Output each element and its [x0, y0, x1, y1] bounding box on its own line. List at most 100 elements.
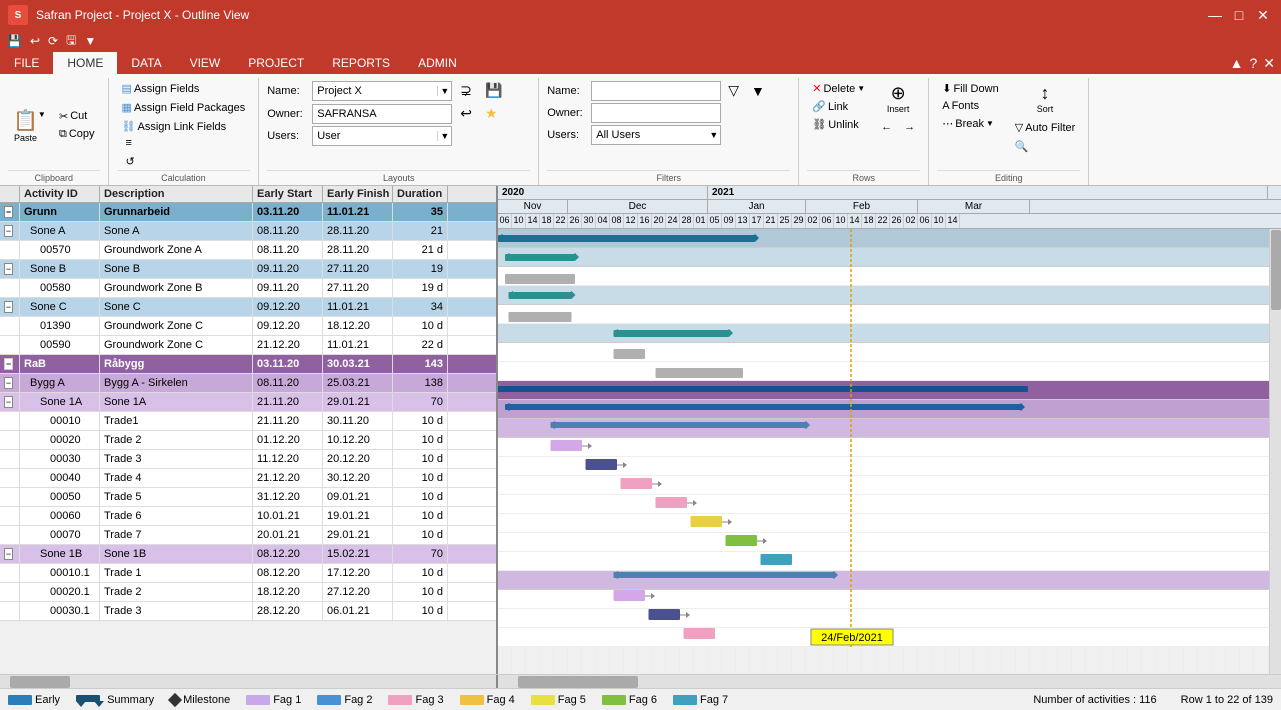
collapse-icon[interactable]: −	[4, 225, 13, 237]
minimize-button[interactable]: —	[1205, 5, 1225, 25]
collapse-icon[interactable]: −	[4, 548, 13, 560]
layout-users-dropdown[interactable]: ▼	[437, 131, 451, 141]
filter-list-button[interactable]: ≡	[121, 135, 251, 151]
delete-button[interactable]: ✕ Delete ▼	[807, 80, 870, 97]
tab-file[interactable]: FILE	[0, 52, 53, 74]
filter-funnel-2-button[interactable]: ▽	[723, 80, 744, 101]
collapse-icon[interactable]: −	[4, 206, 13, 218]
bar-00020	[586, 459, 618, 470]
help-button[interactable]: ?	[1249, 55, 1257, 71]
layout-undo-button[interactable]: ↩	[455, 103, 477, 124]
unlink-button[interactable]: ⛓ Unlink	[807, 116, 870, 133]
window-controls[interactable]: — □ ✕	[1205, 5, 1273, 25]
table-row[interactable]: − Sone A Sone A 08.11.20 28.11.20 21	[0, 222, 496, 241]
search-button[interactable]: 🔍	[1010, 138, 1081, 155]
undo-qa-button[interactable]: ↩	[27, 33, 43, 49]
indent-button[interactable]: ←	[876, 119, 897, 135]
collapse-icon[interactable]: −	[4, 377, 13, 389]
day-col: 12	[624, 214, 638, 228]
search-icon: 🔍	[1015, 140, 1029, 153]
tab-view[interactable]: VIEW	[176, 52, 235, 74]
scrollbar-thumb[interactable]	[1271, 230, 1281, 310]
table-row[interactable]: 00010.1 Trade 1 08.12.20 17.12.20 10 d	[0, 564, 496, 583]
outdent-button[interactable]: →	[899, 119, 920, 135]
table-row[interactable]: 00580 Groundwork Zone B 09.11.20 27.11.2…	[0, 279, 496, 298]
table-row[interactable]: 00040 Trade 4 21.12.20 30.12.20 10 d	[0, 469, 496, 488]
maximize-button[interactable]: □	[1229, 5, 1249, 25]
tab-admin[interactable]: ADMIN	[404, 52, 471, 74]
table-row[interactable]: − Sone C Sone C 09.12.20 11.01.21 34	[0, 298, 496, 317]
insert-button[interactable]: ⊕ Insert	[880, 80, 916, 117]
right-hscroll[interactable]	[498, 675, 1281, 688]
table-row[interactable]: 00050 Trade 5 31.12.20 09.01.21 10 d	[0, 488, 496, 507]
month-dec: Dec	[568, 200, 708, 213]
filter-users-dropdown[interactable]: ▼	[707, 130, 720, 140]
paste-button[interactable]: 📋 Paste ▼	[8, 105, 52, 146]
filter-funnel-button[interactable]: ⊋	[455, 80, 477, 101]
assign-field-packages-button[interactable]: ▦ Assign Field Packages	[117, 99, 251, 116]
table-row[interactable]: 00010 Trade1 21.11.20 30.11.20 10 d	[0, 412, 496, 431]
save-qa-button[interactable]: 💾	[4, 33, 25, 49]
collapse-icon[interactable]: −	[4, 301, 13, 313]
redo-qa-button[interactable]: ⟳	[45, 33, 61, 49]
table-row[interactable]: 00070 Trade 7 20.01.21 29.01.21 10 d	[0, 526, 496, 545]
recalc-button[interactable]: ↺	[121, 153, 251, 170]
legend-early-box	[8, 695, 32, 705]
tab-reports[interactable]: REPORTS	[318, 52, 404, 74]
collapse-icon[interactable]: −	[4, 396, 13, 408]
table-row[interactable]: 01390 Groundwork Zone C 09.12.20 18.12.2…	[0, 317, 496, 336]
link-button[interactable]: 🔗 Link	[807, 98, 870, 115]
table-row[interactable]: 00060 Trade 6 10.01.21 19.01.21 10 d	[0, 507, 496, 526]
fill-down-button[interactable]: ⬇ Fill Down	[937, 80, 1003, 97]
filter-owner-label: Owner:	[547, 107, 589, 119]
ribbon-up-button[interactable]: ▲	[1230, 55, 1244, 71]
table-row[interactable]: − Grunn Grunnarbeid 03.11.20 11.01.21 35	[0, 203, 496, 222]
table-row[interactable]: 00030 Trade 3 11.12.20 20.12.20 10 d	[0, 450, 496, 469]
table-row[interactable]: − Bygg A Bygg A - Sirkelen 08.11.20 25.0…	[0, 374, 496, 393]
gantt-bars-svg: 24/Feb/2021	[498, 229, 1281, 647]
cut-button[interactable]: ✂ Cut	[54, 108, 100, 125]
copy-button[interactable]: ⧉ Copy	[54, 126, 100, 143]
horizontal-scroll-area	[0, 674, 1281, 688]
table-row[interactable]: 00020.1 Trade 2 18.12.20 27.12.20 10 d	[0, 583, 496, 602]
vertical-scrollbar[interactable]	[1269, 229, 1281, 674]
filter-funnel-3-button[interactable]: ▼	[746, 81, 770, 101]
menu-tabs: FILE HOME DATA VIEW PROJECT REPORTS ADMI…	[0, 52, 1281, 74]
dropdown-qa-button[interactable]: ▼	[81, 33, 99, 49]
auto-filter-button[interactable]: ▽ Auto Filter	[1010, 119, 1081, 136]
arrow-00020	[623, 462, 627, 468]
table-row[interactable]: 00030.1 Trade 3 28.12.20 06.01.21 10 d	[0, 602, 496, 621]
close-button[interactable]: ✕	[1253, 5, 1273, 25]
ribbon-close-button[interactable]: ✕	[1263, 55, 1275, 72]
date-badge-text: 24/Feb/2021	[821, 632, 883, 644]
table-row[interactable]: − Sone B Sone B 09.11.20 27.11.20 19	[0, 260, 496, 279]
save-layout-button[interactable]: 💾	[480, 80, 507, 101]
fonts-button[interactable]: A Fonts	[937, 98, 1003, 114]
tab-project[interactable]: PROJECT	[234, 52, 318, 74]
table-row[interactable]: − Sone 1B Sone 1B 08.12.20 15.02.21 70	[0, 545, 496, 564]
ribbon: 📋 Paste ▼ ✂ Cut ⧉ Copy Clipboard ▤	[0, 74, 1281, 186]
collapse-icon[interactable]: −	[4, 358, 13, 370]
table-row[interactable]: 00570 Groundwork Zone A 08.11.20 28.11.2…	[0, 241, 496, 260]
table-row[interactable]: 00020 Trade 2 01.12.20 10.12.20 10 d	[0, 431, 496, 450]
assign-fields-button[interactable]: ▤ Assign Fields	[117, 80, 205, 97]
assign-link-fields-button[interactable]: ⛓ Assign Link Fields	[117, 118, 232, 135]
layout-name-dropdown[interactable]: ▼	[437, 86, 451, 96]
table-row[interactable]: − Sone 1A Sone 1A 21.11.20 29.01.21 70	[0, 393, 496, 412]
collapse-icon[interactable]: −	[4, 263, 13, 275]
left-hscroll-thumb[interactable]	[10, 676, 70, 688]
filter-users-label: Users:	[547, 129, 589, 141]
table-row[interactable]: 00590 Groundwork Zone C 21.12.20 11.01.2…	[0, 336, 496, 355]
print-qa-button[interactable]: 🖫	[63, 30, 79, 53]
filter-name-input[interactable]	[591, 81, 721, 101]
break-button[interactable]: ⋯ Break ▼	[937, 115, 1003, 132]
filter-owner-input[interactable]	[591, 103, 721, 123]
tab-data[interactable]: DATA	[117, 52, 175, 74]
tab-home[interactable]: HOME	[53, 52, 117, 74]
right-hscroll-thumb[interactable]	[518, 676, 638, 688]
arrow-00030	[658, 481, 662, 487]
layout-star-button[interactable]: ★	[480, 103, 503, 124]
table-row[interactable]: − RaB Råbygg 03.11.20 30.03.21 143	[0, 355, 496, 374]
sort-button[interactable]: ↕ Sort	[1010, 80, 1081, 117]
left-hscroll[interactable]	[0, 675, 498, 688]
